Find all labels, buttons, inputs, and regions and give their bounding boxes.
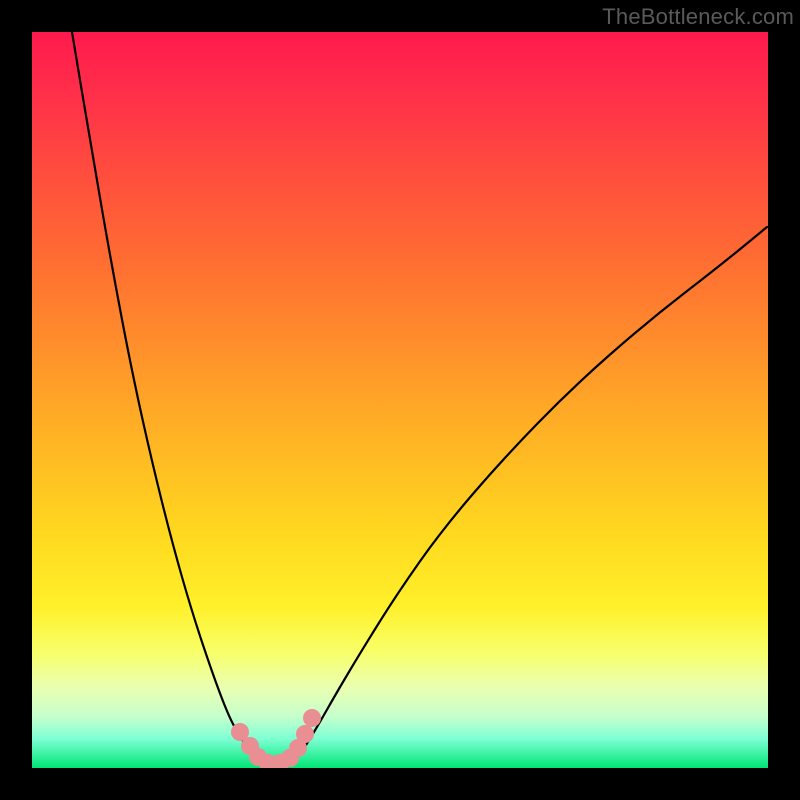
marker-dot [296,725,314,743]
chart-frame: TheBottleneck.com [0,0,800,800]
curve-right-branch [290,227,767,766]
chart-svg [32,32,768,768]
marker-dot [303,709,321,727]
chart-plot-area [32,32,768,768]
watermark-text: TheBottleneck.com [602,4,794,30]
curve-left-branch [72,32,264,766]
marker-cluster [231,709,321,768]
